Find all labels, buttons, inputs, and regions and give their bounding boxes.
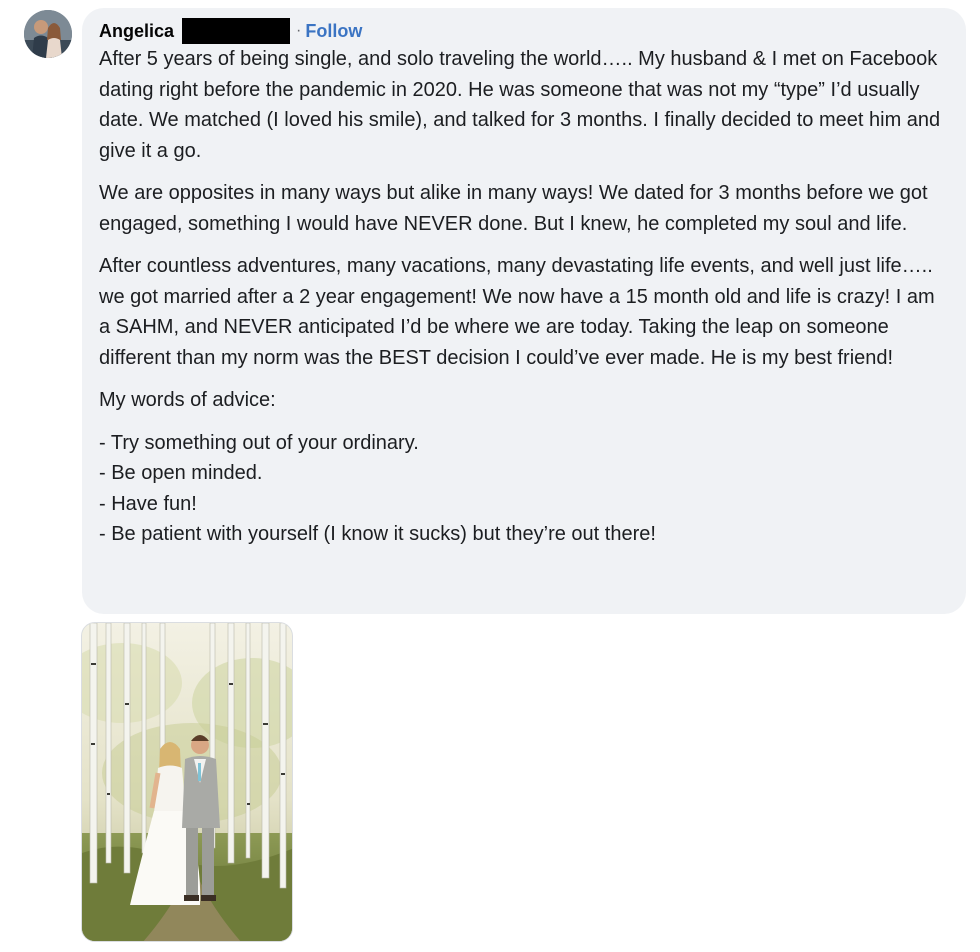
avatar-photo-icon	[24, 10, 72, 58]
advice-heading: My words of advice:	[99, 389, 276, 411]
comment-paragraph-3: After countless adventures, many vacatio…	[99, 255, 935, 369]
advice-item: - Be open minded.	[99, 462, 263, 484]
author-avatar[interactable]	[24, 10, 72, 58]
follow-button[interactable]: Follow	[305, 21, 362, 42]
author-name[interactable]: Angelica	[99, 21, 174, 42]
redacted-surname	[182, 18, 291, 44]
advice-item: - Have fun!	[99, 492, 197, 515]
comment-paragraph-1: After 5 years of being single, and solo …	[99, 48, 941, 162]
comment-header: Angelica · Follow	[99, 18, 946, 44]
attached-photo[interactable]	[81, 622, 293, 942]
comment-bubble: Angelica · Follow After 5 years of being…	[82, 8, 966, 614]
wedding-photo-icon	[82, 623, 292, 941]
comment-paragraph-2: We are opposites in many ways but alike …	[99, 182, 928, 235]
advice-item: - Try something out of your ordinary.	[99, 431, 419, 454]
advice-list: - Try something out of your ordinary. - …	[99, 428, 946, 550]
advice-item: - Be patient with yourself (I know it su…	[99, 523, 656, 545]
separator-dot: ·	[296, 22, 302, 39]
